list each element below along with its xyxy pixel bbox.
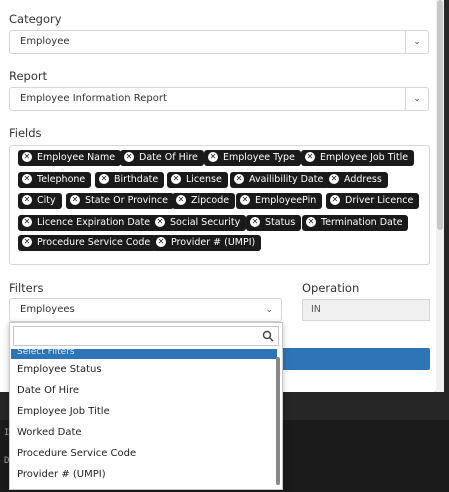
- close-circle-icon[interactable]: ✕: [305, 152, 315, 162]
- filters-dropdown: Select Filters Employee Status Date Of H…: [9, 322, 283, 490]
- field-chip[interactable]: ✕ City: [18, 193, 62, 209]
- field-chip[interactable]: ✕ Zipcode: [172, 193, 236, 209]
- filters-search-input[interactable]: [13, 326, 279, 346]
- close-circle-icon[interactable]: ✕: [306, 217, 316, 227]
- operation-value: IN: [311, 304, 321, 315]
- field-chip[interactable]: ✕ Employee Name: [18, 150, 122, 166]
- list-item[interactable]: Employee Status: [11, 359, 277, 380]
- report-label: Report: [9, 69, 48, 83]
- list-item[interactable]: Worked Date: [11, 422, 277, 443]
- fields-label: Fields: [9, 126, 42, 140]
- field-chip[interactable]: ✕ Procedure Service Code: [18, 235, 157, 251]
- close-circle-icon[interactable]: ✕: [22, 217, 32, 227]
- category-select[interactable]: Employee ⌄: [9, 30, 429, 54]
- chevron-down-icon: ⌄: [405, 31, 428, 53]
- list-item[interactable]: Procedure Service Code: [11, 443, 277, 464]
- chevron-down-icon: ⌄: [265, 305, 273, 315]
- field-chip[interactable]: ✕ Employee Job Title: [301, 150, 415, 166]
- close-circle-icon[interactable]: ✕: [156, 237, 166, 247]
- close-circle-icon[interactable]: ✕: [70, 195, 80, 205]
- category-value: Employee: [20, 36, 70, 47]
- close-circle-icon[interactable]: ✕: [250, 217, 260, 227]
- field-chip[interactable]: ✕ Date Of Hire: [120, 150, 204, 166]
- field-chip[interactable]: ✕ Social Security: [151, 215, 247, 231]
- field-chip[interactable]: ✕ Address: [325, 172, 388, 188]
- close-circle-icon[interactable]: ✕: [234, 174, 244, 184]
- close-circle-icon[interactable]: ✕: [240, 195, 250, 205]
- filters-select[interactable]: Employees ⌄: [9, 298, 282, 322]
- close-circle-icon[interactable]: ✕: [99, 174, 109, 184]
- dropdown-scrollbar[interactable]: [276, 357, 280, 485]
- list-item[interactable]: Provider # (UMPI): [11, 464, 277, 485]
- report-select[interactable]: Employee Information Report ⌄: [9, 87, 429, 111]
- field-chip[interactable]: ✕ Telephone: [18, 172, 92, 188]
- close-circle-icon[interactable]: ✕: [155, 217, 165, 227]
- field-chip[interactable]: ✕ Driver Licence: [326, 193, 420, 209]
- list-item[interactable]: Employee Job Title: [11, 401, 277, 422]
- close-circle-icon[interactable]: ✕: [22, 174, 32, 184]
- search-icon: [262, 330, 274, 342]
- field-chip[interactable]: ✕ Availibility Date: [230, 172, 330, 188]
- report-value: Employee Information Report: [20, 93, 167, 104]
- field-chip[interactable]: ✕ License: [167, 172, 228, 188]
- close-circle-icon[interactable]: ✕: [22, 237, 32, 247]
- close-circle-icon[interactable]: ✕: [22, 195, 32, 205]
- filters-value: Employees: [20, 304, 75, 315]
- close-circle-icon[interactable]: ✕: [208, 152, 218, 162]
- submit-button[interactable]: [278, 348, 430, 370]
- operation-field: IN: [302, 299, 430, 321]
- field-chip[interactable]: ✕ Birthdate: [95, 172, 165, 188]
- field-chip[interactable]: ✕ State Or Province: [66, 193, 174, 209]
- filters-option-list: Select Filters Employee Status Date Of H…: [11, 349, 277, 489]
- field-chip[interactable]: ✕ Status: [246, 215, 302, 231]
- close-circle-icon[interactable]: ✕: [176, 195, 186, 205]
- list-item[interactable]: Date Of Hire: [11, 380, 277, 401]
- field-chip[interactable]: ✕ EmployeePin: [236, 193, 323, 209]
- filters-label: Filters: [9, 281, 44, 295]
- field-chip[interactable]: ✕ Provider # (UMPI): [152, 235, 262, 251]
- operation-label: Operation: [302, 281, 360, 295]
- close-circle-icon[interactable]: ✕: [171, 174, 181, 184]
- field-chip[interactable]: ✕ Licence Expiration Date: [18, 215, 157, 231]
- close-circle-icon[interactable]: ✕: [330, 195, 340, 205]
- field-chip[interactable]: ✕ Termination Date: [302, 215, 409, 231]
- close-circle-icon[interactable]: ✕: [329, 174, 339, 184]
- category-label: Category: [9, 12, 62, 26]
- list-item[interactable]: Select Filters: [11, 349, 277, 359]
- panel-scrollbar-thumb[interactable]: [437, 0, 443, 230]
- chevron-down-icon: ⌄: [405, 88, 428, 110]
- field-chip[interactable]: ✕ Employee Type: [204, 150, 301, 166]
- close-circle-icon[interactable]: ✕: [22, 152, 32, 162]
- fields-multiselect[interactable]: ✕ Employee Name ✕ Date Of Hire ✕ Employee T…: [9, 145, 430, 265]
- close-circle-icon[interactable]: ✕: [124, 152, 134, 162]
